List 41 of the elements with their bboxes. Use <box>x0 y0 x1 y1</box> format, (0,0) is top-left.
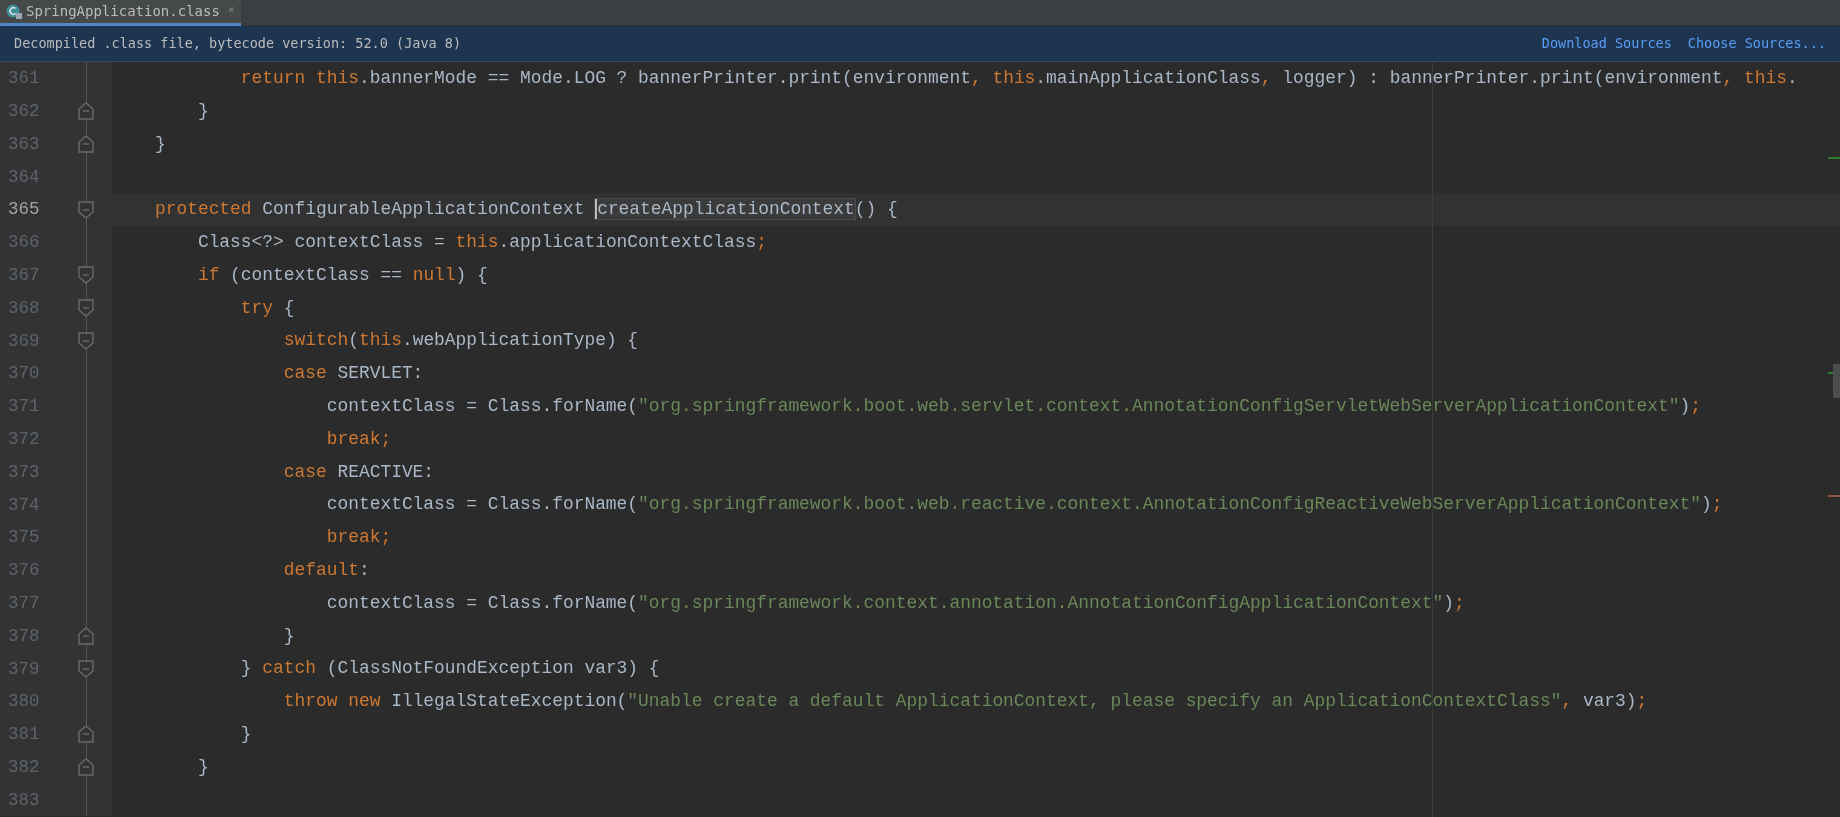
unfold-icon[interactable] <box>77 101 95 122</box>
unfold-icon[interactable] <box>77 134 95 154</box>
code-line: contextClass = Class.forName("org.springframework.boot.web.servlet.context.AnnotationConfigServletWebServerApplicationContext"); <box>325 394 1701 418</box>
code-line: } <box>196 755 209 779</box>
unfold-icon[interactable] <box>77 757 95 778</box>
unfold-icon[interactable] <box>77 724 95 745</box>
unfold-icon[interactable] <box>77 625 95 646</box>
code-line: case REACTIVE: <box>282 460 435 484</box>
fold-icon[interactable] <box>77 265 95 286</box>
code-line: contextClass = Class.forName("org.springframework.boot.web.reactive.context.AnnotationConfigReactiveWebServerApplicationContext"); <box>325 493 1723 517</box>
change-marker[interactable] <box>1828 495 1840 497</box>
code-line: try { <box>239 296 295 320</box>
code-line: } <box>282 624 295 648</box>
code-line: contextClass = Class.forName("org.springframework.context.annotation.AnnotationConfigApplicationContext"); <box>325 591 1465 615</box>
code-line: Class<?> contextClass = this.applicationContextClass; <box>196 230 767 254</box>
line-number: 365 <box>7 198 41 222</box>
code-line: break; <box>325 427 392 451</box>
banner-link[interactable]: Choose Sources... <box>1687 33 1826 54</box>
fold-icon[interactable] <box>77 199 95 220</box>
code-line: case SERVLET: <box>282 362 424 386</box>
code-line: } <box>239 722 252 746</box>
code-line: protected ConfigurableApplicationContext createApplicationContext() { <box>153 198 898 222</box>
fold-icon[interactable] <box>77 297 95 318</box>
code-line: throw new IllegalStateException("Unable create a default ApplicationContext, please specify an ApplicationContextClass", var3); <box>282 690 1648 714</box>
change-marker[interactable] <box>1828 157 1840 159</box>
banner-link[interactable]: Download Sources <box>1541 33 1672 54</box>
close-icon[interactable]: × <box>227 2 235 19</box>
code-line: break; <box>325 526 392 550</box>
code-line: default: <box>282 558 370 582</box>
code-line: switch(this.webApplicationType) { <box>282 329 639 353</box>
fold-icon[interactable] <box>77 658 95 679</box>
file-tab[interactable]: SpringApplication.class × <box>0 0 241 26</box>
code-line: } <box>196 99 209 123</box>
code-line: if (contextClass == null) { <box>196 263 488 287</box>
code-line: } <box>153 132 166 156</box>
code-line: return this.bannerMode == Mode.LOG ? bannerPrinter.print(environment, this.mainApplicationClass, logger) : bannerPrinter.print(environment, this. <box>239 66 1798 90</box>
code-line: } catch (ClassNotFoundException var3) { <box>239 657 660 681</box>
scrollbar-thumb[interactable] <box>1833 364 1840 398</box>
banner-message: Decompiled .class file, bytecode version: 52.0 (Java 8) <box>14 34 463 54</box>
fold-icon[interactable] <box>77 330 95 351</box>
class-file-icon <box>6 3 22 20</box>
